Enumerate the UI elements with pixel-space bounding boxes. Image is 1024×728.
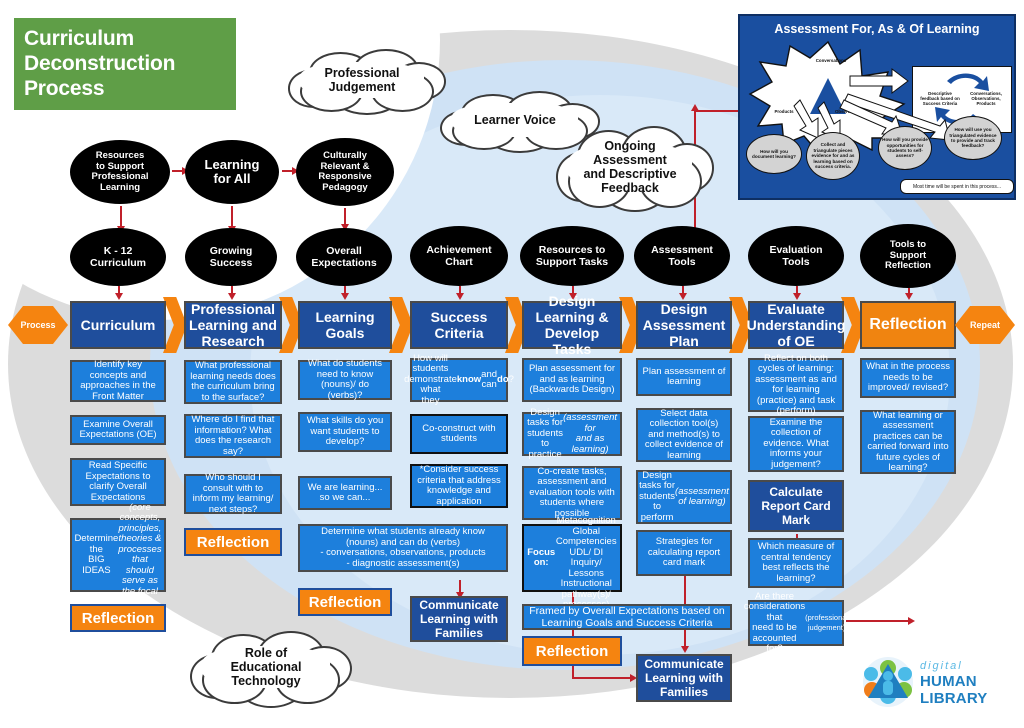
inset-cloud-4: How will use you triangulated evidence t…: [944, 116, 1002, 160]
inset-title: Assessment For, As & Of Learning: [774, 22, 980, 36]
box-design-learning-develop-tasks-4[interactable]: Reflection: [522, 636, 622, 666]
arrow-head-down: [455, 293, 464, 300]
digital-human-library-logo: digital HUMAN LIBRARY: [862, 654, 1014, 712]
column-header-learning-goals[interactable]: Learning Goals: [298, 301, 392, 349]
column-header-reflection[interactable]: Reflection: [860, 301, 956, 349]
ellipse-resources-to-support-tasks: Resources to Support Tasks: [520, 226, 624, 286]
box-learning-goals-1[interactable]: What skills do you want students to deve…: [298, 412, 392, 452]
arrow-head-down: [680, 646, 689, 653]
arrow-head-down: [792, 293, 801, 300]
box-professional-learning-and-research-2[interactable]: Who should I consult with to inform my l…: [184, 472, 282, 514]
assessment-inset-panel: Assessment For, As & Of Learning Convers…: [738, 14, 1016, 200]
ellipse-k-12-curriculum: K - 12 Curriculum: [70, 228, 166, 286]
inset-cloud-3: How will you provide opportunities for s…: [878, 126, 932, 170]
inset-star-label-conversations: Conversations: [815, 58, 847, 63]
box-professional-learning-and-research-1[interactable]: Where do I find that information? What d…: [184, 414, 282, 458]
box-success-criteria-3[interactable]: Communicate Learning with Families: [410, 596, 508, 642]
column-header-curriculum[interactable]: Curriculum: [70, 301, 166, 349]
ellipse-growing-success: Growing Success: [185, 228, 277, 286]
box-curriculum-2[interactable]: Read Specific Expectations to clarify Ov…: [70, 458, 166, 506]
cloud-professional-judgement: Professional Judgement: [288, 49, 446, 116]
cloud-role-of-ed-tech: Role of Educational Technology: [190, 630, 353, 708]
ellipse-assessment-tools: Assessment Tools: [634, 226, 730, 286]
box-evaluate-understanding-of-oe-1[interactable]: Examine the collection of evidence. What…: [748, 416, 844, 472]
inset-box-label-1: Descriptive feedback based on Success Cr…: [920, 91, 960, 106]
inset-box-label-2: Conversations, Observations, Products: [970, 91, 1002, 106]
arrow-head-down: [904, 293, 913, 300]
box-design-assessment-plan-0[interactable]: Plan assessment of learning: [636, 358, 732, 396]
logo-text-human-library: HUMAN LIBRARY: [920, 673, 988, 707]
arrow-line: [120, 206, 122, 228]
column-header-professional-learning-and-research[interactable]: Professional Learning and Research: [184, 301, 282, 349]
column-header-design-learning-develop-tasks[interactable]: Design Learning & Develop Tasks: [522, 293, 622, 357]
box-success-criteria-0[interactable]: How will students demonstrate what they kn…: [404, 353, 514, 406]
box-design-assessment-plan-1[interactable]: Select data collection tool(s) and metho…: [636, 408, 732, 462]
box-design-learning-develop-tasks-1[interactable]: Design tasks for students to practice (ass…: [522, 407, 622, 460]
ellipse-learning-for-all: Learning for All: [185, 140, 279, 204]
box-curriculum-4[interactable]: Reflection: [70, 604, 166, 632]
cloud-label: Role of Educational Technology: [230, 646, 302, 688]
inset-connector: [694, 110, 738, 112]
inset-star-label-products: Products: [774, 109, 794, 114]
box-design-learning-develop-tasks-3[interactable]: Focus on:MetacognitionGlobal Competencie…: [522, 515, 622, 610]
diagram-canvas: Curriculum Deconstruction Process Profes…: [0, 0, 1024, 728]
ellipse-overall-expectations: Overall Expectations: [296, 228, 392, 286]
box-learning-goals-3[interactable]: Determine what students already know (nou…: [298, 524, 508, 572]
box-curriculum-1[interactable]: Examine Overall Expectations (OE): [70, 415, 166, 445]
arrow-head-down: [678, 293, 687, 300]
box-design-assessment-plan-4[interactable]: Communicate Learning with Families: [636, 654, 732, 702]
box-evaluate-understanding-of-oe-3[interactable]: Which measure of central tendency best r…: [748, 538, 844, 588]
box-evaluate-understanding-of-oe-0[interactable]: Reflect on both cycles of learning: asse…: [748, 353, 844, 416]
connector: [684, 576, 686, 604]
box-curriculum-0[interactable]: Identify key concepts and approaches in …: [70, 359, 166, 402]
arrow-head-down: [114, 293, 123, 300]
inset-cloud-1: How will you document learning?: [746, 134, 802, 174]
logo-mark-icon: [863, 657, 913, 707]
ellipse-evaluation-tools: Evaluation Tools: [748, 226, 844, 286]
cloud-label: Ongoing Assessment and Descriptive Feedback: [583, 139, 677, 195]
box-design-assessment-plan-2[interactable]: Design tasks for students to perform (asse…: [636, 470, 732, 524]
box-reflection-1[interactable]: What learning or assessment practices ca…: [860, 410, 956, 474]
framed-banner: Framed by Overall Expectations based on …: [522, 604, 732, 630]
box-reflection-0[interactable]: What in the process needs to be improved…: [860, 358, 956, 398]
box-learning-goals-4[interactable]: Reflection: [298, 588, 392, 616]
inset-star-label-observations: Observations: [834, 109, 864, 114]
ellipse-resources-to-support-professional-learning: Resources to Support Professional Learning: [70, 140, 170, 204]
box-professional-learning-and-research-3[interactable]: Reflection: [184, 528, 282, 556]
column-header-design-assessment-plan[interactable]: Design Assessment Plan: [636, 301, 732, 349]
ellipse-achievement-chart: Achievement Chart: [410, 226, 508, 286]
arrow-head-down: [227, 293, 236, 300]
box-professional-learning-and-research-0[interactable]: What professional learning needs does th…: [184, 360, 282, 404]
connector: [846, 620, 912, 622]
box-learning-goals-0[interactable]: What do students need to know (nouns)/ d…: [298, 358, 392, 400]
box-learning-goals-2[interactable]: We are learning... so we can...: [298, 476, 392, 510]
box-curriculum-3[interactable]: Determine the BIG IDEAS (core concepts, pri…: [70, 502, 166, 607]
inset-footnote: Most time will be spent in this process.…: [900, 179, 1014, 194]
box-evaluate-understanding-of-oe-4[interactable]: Are thereconsiderations thatneed to be a…: [744, 591, 848, 654]
arrow-head-down: [340, 293, 349, 300]
column-header-success-criteria[interactable]: Success Criteria: [410, 301, 508, 349]
cloud-ongoing-assessment: Ongoing Assessment and Descriptive Feedback: [556, 126, 714, 213]
box-design-assessment-plan-3[interactable]: Strategies for calculating report card m…: [636, 530, 732, 576]
inset-cloud-2: Collect and triangulate pieces evidence …: [806, 132, 860, 180]
ellipse-tools-to-support-reflection: Tools to Support Reflection: [860, 224, 956, 288]
cloud-label: Professional Judgement: [324, 66, 400, 94]
box-evaluate-understanding-of-oe-2[interactable]: Calculate Report Card Mark: [748, 480, 844, 532]
box-success-criteria-2[interactable]: *Consider success criteria that address …: [410, 464, 508, 508]
column-header-evaluate-understanding-of-oe[interactable]: Evaluate Understanding of OE: [747, 301, 845, 349]
logo-text-digital: digital: [920, 660, 963, 672]
box-success-criteria-1[interactable]: Co-construct with students: [410, 414, 508, 454]
connector: [572, 677, 632, 679]
ellipse-culturally-relevant-responsive-pedagogy: Culturally Relevant & Responsive Pedagogy: [296, 138, 394, 206]
repeat-hexagon-label: Repeat: [969, 320, 1000, 330]
arrow-head-right: [908, 616, 915, 625]
box-design-learning-develop-tasks-0[interactable]: Plan assessment for and as learning (Bac…: [522, 358, 622, 402]
arrow-line: [231, 206, 233, 228]
process-hexagon-label: Process: [20, 320, 56, 330]
page-title: Curriculum Deconstruction Process: [14, 18, 236, 110]
